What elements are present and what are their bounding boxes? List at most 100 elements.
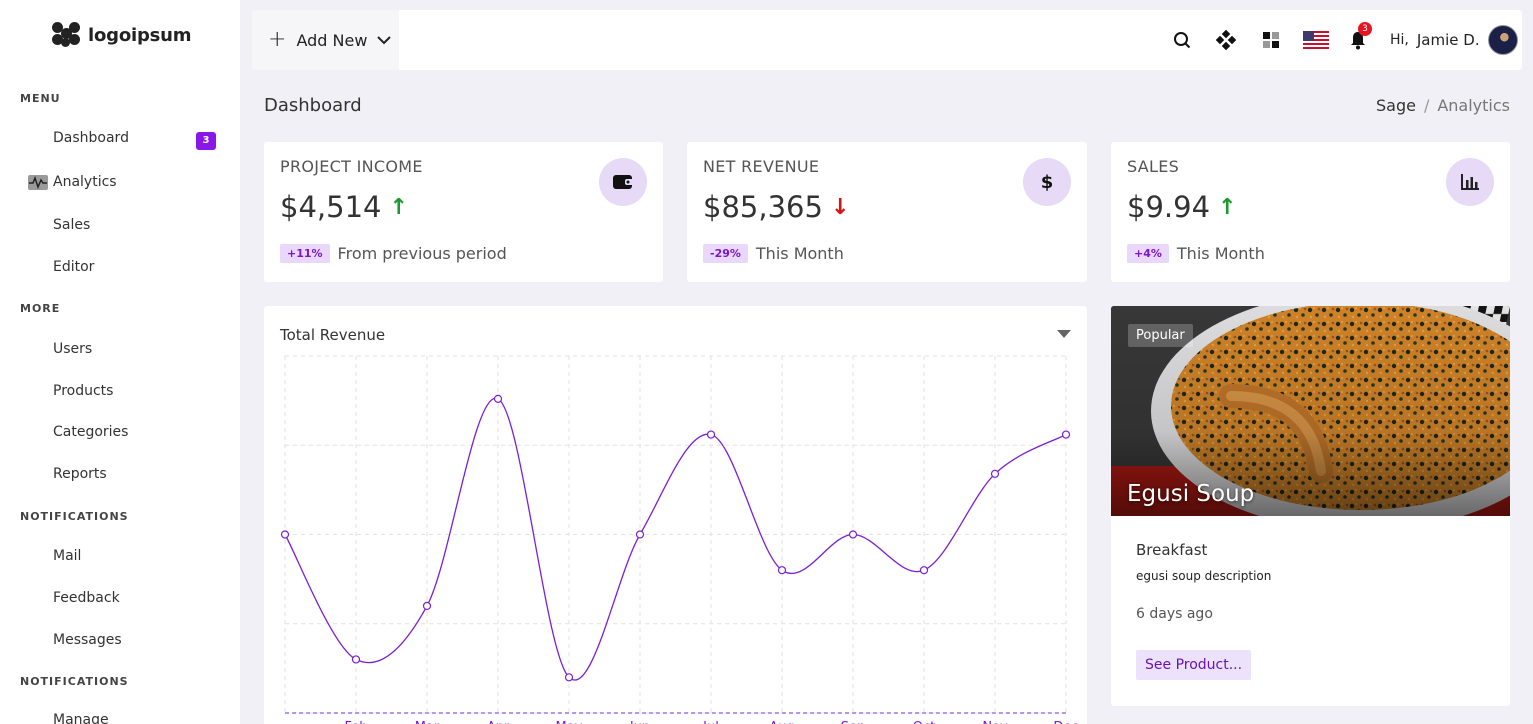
sidebar-item-analytics[interactable]: Analytics	[53, 174, 117, 190]
chart-tick-label-may: May	[556, 720, 583, 724]
sidebar-item-dashboard[interactable]: Dashboard	[53, 130, 129, 146]
chart-tick-label-aug: Aug	[769, 720, 794, 724]
chart-point-jun	[635, 530, 645, 539]
chart-point-jul	[706, 430, 716, 439]
notification-count-badge: 3	[1358, 22, 1372, 36]
revenue-line-chart: Feb Mar Apr May Jun Jul Aug Sep Oct Nov Dec	[280, 355, 1079, 724]
chart-point-aug	[777, 566, 787, 575]
breadcrumb-separator: /	[1423, 96, 1430, 115]
breadcrumb: Sage / Analytics	[1376, 96, 1510, 115]
section-title-more: MORE	[20, 302, 61, 315]
dollar-icon: $	[1023, 158, 1071, 206]
stat-caption: This Month	[755, 244, 844, 263]
sidebar-item-feedback[interactable]: Feedback	[53, 590, 120, 606]
chart-point-dec	[1061, 430, 1071, 439]
sidebar-item-mail[interactable]: Mail	[53, 548, 81, 564]
chart-tick-label-sep: Sep	[841, 720, 866, 724]
chart-point-may	[564, 673, 574, 682]
sidebar-item-editor[interactable]: Editor	[53, 259, 94, 275]
wallet-icon	[599, 158, 647, 206]
arrow-down-icon: ↓	[830, 194, 850, 220]
sidebar-item-categories[interactable]: Categories	[53, 424, 128, 440]
activity-icon	[28, 175, 48, 190]
stat-footer: -29% This Month	[703, 244, 844, 263]
total-revenue-card: Total Revenue FebMarAprMayJunJulAugSepOc…	[264, 306, 1087, 724]
stat-card-sales: SALES $9.94 ↑ +4% This Month	[1111, 142, 1510, 282]
chart-point-jan	[280, 530, 290, 539]
chart-tick-label-apr: Apr	[487, 720, 510, 724]
stat-caption: From previous period	[337, 244, 507, 263]
meal-description: egusi soup description	[1136, 569, 1272, 583]
sidebar-item-products[interactable]: Products	[53, 383, 113, 399]
percent-badge: -29%	[703, 244, 748, 263]
dashboard-badge: 3	[196, 132, 216, 150]
sidebar-item-messages[interactable]: Messages	[53, 632, 122, 648]
stat-title: NET REVENUE	[703, 157, 820, 176]
sidebar: logoipsum MENU Dashboard 3 Analytics Sal…	[0, 0, 240, 724]
stat-title: PROJECT INCOME	[280, 157, 423, 176]
chart-tick-label-dec: Dec	[1053, 720, 1078, 724]
stat-title: SALES	[1127, 157, 1180, 176]
top-bar: + Add New 3 Hi, Jamie D.	[252, 10, 1522, 70]
stat-value-text: $4,514	[280, 190, 382, 224]
stat-card-net-revenue: NET REVENUE $85,365 ↓ -29% This Month $	[687, 142, 1087, 282]
greeting-text: Hi,	[1390, 32, 1409, 48]
bell-icon[interactable]: 3	[1346, 22, 1372, 52]
section-title-notifications: NOTIFICATIONS	[20, 510, 129, 523]
stat-value: $85,365 ↓	[703, 190, 849, 224]
arrow-up-icon: ↑	[1218, 194, 1237, 220]
chart-series-line	[284, 398, 1067, 681]
meal-type: Breakfast	[1136, 541, 1208, 559]
stat-value: $9.94 ↑	[1127, 190, 1236, 224]
apps-grid-icon[interactable]	[1259, 28, 1283, 52]
stat-footer: +4% This Month	[1127, 244, 1265, 263]
see-product-button[interactable]: See Product...	[1136, 650, 1252, 680]
chart-point-apr	[493, 394, 503, 403]
chart-tick-label-jun: Jun	[629, 720, 650, 724]
food-image[interactable]: Popular Egusi Soup	[1111, 306, 1510, 516]
logo-text: logoipsum	[88, 24, 192, 46]
diamond-grid-icon[interactable]	[1214, 28, 1238, 52]
logo-icon	[52, 22, 80, 48]
chart-point-oct	[919, 566, 929, 575]
search-icon[interactable]	[1170, 28, 1194, 52]
breadcrumb-item-analytics: Analytics	[1437, 96, 1510, 115]
meal-time: 6 days ago	[1136, 606, 1213, 622]
food-name: Egusi Soup	[1127, 481, 1255, 507]
chart-tick-label-oct: Oct	[913, 720, 935, 724]
chart-point-mar	[422, 601, 432, 610]
stat-footer: +11% From previous period	[280, 244, 507, 263]
chart-tick-label-mar: Mar	[415, 720, 440, 724]
bar-chart-icon	[1446, 158, 1494, 206]
sidebar-item-manage[interactable]: Manage	[53, 712, 109, 724]
chart-point-feb	[351, 655, 361, 664]
stat-value-text: $85,365	[703, 190, 823, 224]
page-title: Dashboard	[264, 95, 362, 116]
chart-tick-label-jul: Jul	[702, 720, 719, 724]
section-title-menu: MENU	[20, 92, 61, 105]
stat-value: $4,514 ↑	[280, 190, 408, 224]
stat-value-text: $9.94	[1127, 190, 1211, 224]
sidebar-item-sales[interactable]: Sales	[53, 217, 90, 233]
plus-icon: +	[268, 27, 287, 52]
arrow-up-icon: ↑	[389, 194, 408, 220]
stat-card-project-income: PROJECT INCOME $4,514 ↑ +11% From previo…	[264, 142, 663, 282]
breadcrumb-item-sage[interactable]: Sage	[1376, 96, 1416, 115]
chart-tick-label-nov: Nov	[982, 720, 1008, 724]
chart-tick-label-feb: Feb	[344, 720, 367, 724]
section-title-notifications-2: NOTIFICATIONS	[20, 675, 129, 688]
percent-badge: +11%	[280, 244, 330, 263]
chart-point-sep	[848, 530, 858, 539]
us-flag-icon[interactable]	[1302, 28, 1330, 52]
user-name: Jamie D.	[1416, 31, 1480, 49]
user-menu[interactable]: Hi, Jamie D.	[1390, 25, 1518, 55]
chevron-down-icon	[377, 36, 392, 45]
product-card: Popular Egusi Soup Breakfast egusi soup …	[1111, 306, 1510, 706]
sidebar-item-reports[interactable]: Reports	[53, 466, 107, 482]
percent-badge: +4%	[1127, 244, 1169, 263]
brand-logo[interactable]: logoipsum	[52, 22, 192, 48]
avatar	[1487, 25, 1518, 55]
sidebar-item-users[interactable]: Users	[53, 341, 92, 357]
chart-point-nov	[990, 469, 1000, 478]
add-new-button[interactable]: + Add New	[252, 10, 399, 70]
